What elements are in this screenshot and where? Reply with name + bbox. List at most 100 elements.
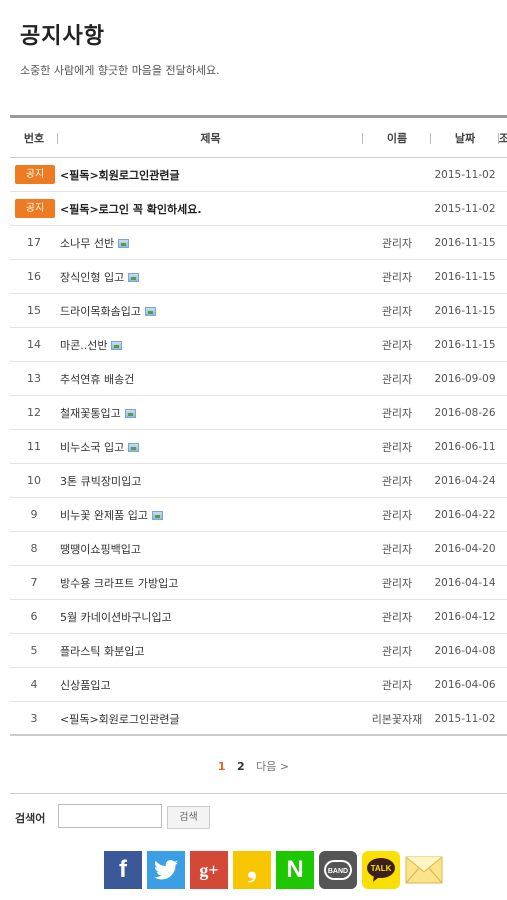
post-date: 2016-11-15 — [434, 270, 496, 283]
post-number: 4 — [30, 678, 38, 691]
post-title[interactable]: 비누소국 입고 — [60, 441, 124, 454]
post-number: 6 — [30, 610, 38, 623]
post-title[interactable]: 플라스틱 화분입고 — [60, 645, 144, 658]
post-title[interactable]: 비누꽃 완제품 입고 — [60, 509, 148, 522]
post-number: 17 — [27, 236, 41, 249]
notice-row[interactable]: 공지 <필독>회원로그인관련글 2015-11-02 — [10, 158, 507, 192]
table-row[interactable]: 8 땡땡이쇼핑백입고 관리자 2016-04-20 — [10, 532, 507, 566]
post-title[interactable]: 마콘..선반 — [60, 339, 107, 352]
search-button[interactable]: 검색 — [167, 806, 210, 829]
post-title[interactable]: 추석연휴 배송건 — [60, 373, 134, 386]
mail-icon — [405, 856, 443, 884]
table-row[interactable]: 6 5월 카네이션바구니입고 관리자 2016-04-12 — [10, 600, 507, 634]
post-author: 관리자 — [381, 474, 413, 488]
post-author: 관리자 — [381, 508, 413, 522]
twitter-share-button[interactable] — [147, 851, 185, 889]
post-date: 2016-11-15 — [434, 236, 496, 249]
post-title-cell[interactable]: 신상품입고 — [58, 677, 363, 693]
next-page-link[interactable]: 다음 > — [256, 760, 289, 773]
page-2-link[interactable]: 2 — [237, 760, 245, 773]
band-share-button[interactable]: BAND — [319, 851, 357, 889]
notice-title[interactable]: <필독>로그인 꼭 확인하세요. — [58, 201, 363, 217]
post-title-cell[interactable]: 비누소국 입고 — [58, 439, 363, 455]
post-number: 16 — [27, 270, 41, 283]
table-row[interactable]: 3 <필독>회원로그인관련글 리본꽃자재 2015-11-02 — [10, 702, 507, 736]
notice-title[interactable]: <필독>회원로그인관련글 — [58, 167, 363, 183]
image-attachment-icon — [151, 510, 163, 520]
table-row[interactable]: 10 3톤 큐빅장미입고 관리자 2016-04-24 — [10, 464, 507, 498]
post-title[interactable]: <필독>회원로그인관련글 — [60, 713, 180, 726]
table-row[interactable]: 9 비누꽃 완제품 입고 관리자 2016-04-22 — [10, 498, 507, 532]
post-author: 관리자 — [381, 644, 413, 658]
table-row[interactable]: 12 철재꽃통입고 관리자 2016-08-26 — [10, 396, 507, 430]
post-date: 2016-09-09 — [434, 372, 496, 385]
column-header-title: 제목 — [58, 130, 363, 146]
googleplus-share-button[interactable]: g+ — [190, 851, 228, 889]
post-title[interactable]: 방수용 크라프트 가방입고 — [60, 577, 178, 590]
post-number: 10 — [27, 474, 41, 487]
image-attachment-icon — [124, 408, 136, 418]
table-bottom-border — [10, 734, 507, 736]
search-input[interactable] — [58, 804, 162, 828]
column-header-number: 번호 — [10, 130, 58, 146]
post-date: 2016-06-11 — [434, 440, 496, 453]
post-title-cell[interactable]: 마콘..선반 — [58, 337, 363, 353]
table-row[interactable]: 4 신상품입고 관리자 2016-04-06 — [10, 668, 507, 702]
post-date: 2016-08-26 — [434, 406, 496, 419]
post-author: 관리자 — [381, 236, 413, 250]
facebook-share-button[interactable]: f — [104, 851, 142, 889]
post-date: 2016-04-06 — [434, 678, 496, 691]
page-subtitle: 소중한 사람에게 향긋한 마음을 전달하세요. — [20, 64, 220, 77]
table-row[interactable]: 15 드라이목화솜입고 관리자 2016-11-15 — [10, 294, 507, 328]
kakaostory-share-button[interactable]: ❟ — [233, 851, 271, 889]
table-row[interactable]: 14 마콘..선반 관리자 2016-11-15 — [10, 328, 507, 362]
image-attachment-icon — [118, 238, 130, 248]
post-number: 11 — [27, 440, 41, 453]
post-title-cell[interactable]: 3톤 큐빅장미입고 — [58, 473, 363, 489]
post-author: 관리자 — [381, 440, 413, 454]
post-title[interactable]: 드라이목화솜입고 — [60, 305, 141, 318]
post-author: 관리자 — [381, 270, 413, 284]
table-row[interactable]: 17 소나무 선반 관리자 2016-11-15 — [10, 226, 507, 260]
post-author: 관리자 — [381, 678, 413, 692]
notice-row[interactable]: 공지 <필독>로그인 꼭 확인하세요. 2015-11-02 — [10, 192, 507, 226]
table-row[interactable]: 7 방수용 크라프트 가방입고 관리자 2016-04-14 — [10, 566, 507, 600]
post-title-cell[interactable]: 비누꽃 완제품 입고 — [58, 507, 363, 523]
post-title-cell[interactable]: 소나무 선반 — [58, 235, 363, 251]
page-1-link[interactable]: 1 — [218, 760, 226, 773]
table-row[interactable]: 5 플라스틱 화분입고 관리자 2016-04-08 — [10, 634, 507, 668]
kakaotalk-share-button[interactable]: TALK — [362, 851, 400, 889]
post-title[interactable]: 3톤 큐빅장미입고 — [60, 475, 141, 488]
naver-share-button[interactable]: N — [276, 851, 314, 889]
post-date: 2016-04-08 — [434, 644, 496, 657]
email-share-button[interactable] — [405, 851, 443, 889]
page-title: 공지사항 — [20, 24, 105, 49]
post-title-cell[interactable]: 추석연휴 배송건 — [58, 371, 363, 387]
image-attachment-icon — [111, 340, 123, 350]
notice-badge-cell: 공지 — [10, 199, 58, 218]
notice-badge: 공지 — [15, 165, 55, 184]
post-author: 관리자 — [381, 542, 413, 556]
notice-badge-cell: 공지 — [10, 165, 58, 184]
post-number: 3 — [30, 712, 38, 725]
post-title-cell[interactable]: 플라스틱 화분입고 — [58, 643, 363, 659]
post-title[interactable]: 철재꽃통입고 — [60, 407, 121, 420]
post-title[interactable]: 신상품입고 — [60, 679, 111, 692]
post-title[interactable]: 장식인형 입고 — [60, 271, 124, 284]
post-title-cell[interactable]: 장식인형 입고 — [58, 269, 363, 285]
post-title-cell[interactable]: 방수용 크라프트 가방입고 — [58, 575, 363, 591]
post-title-cell[interactable]: 땡땡이쇼핑백입고 — [58, 541, 363, 557]
post-title[interactable]: 소나무 선반 — [60, 237, 114, 250]
table-row[interactable]: 13 추석연휴 배송건 관리자 2016-09-09 — [10, 362, 507, 396]
post-title-cell[interactable]: 드라이목화솜입고 — [58, 303, 363, 319]
post-title-cell[interactable]: 철재꽃통입고 — [58, 405, 363, 421]
post-title-cell[interactable]: 5월 카네이션바구니입고 — [58, 609, 363, 625]
post-title[interactable]: 5월 카네이션바구니입고 — [60, 611, 172, 624]
column-header-date: 날짜 — [431, 130, 499, 146]
table-row[interactable]: 16 장식인형 입고 관리자 2016-11-15 — [10, 260, 507, 294]
post-number: 7 — [30, 576, 38, 589]
post-title-cell[interactable]: <필독>회원로그인관련글 — [58, 711, 363, 727]
image-attachment-icon — [128, 442, 140, 452]
post-title[interactable]: 땡땡이쇼핑백입고 — [60, 543, 141, 556]
table-row[interactable]: 11 비누소국 입고 관리자 2016-06-11 — [10, 430, 507, 464]
